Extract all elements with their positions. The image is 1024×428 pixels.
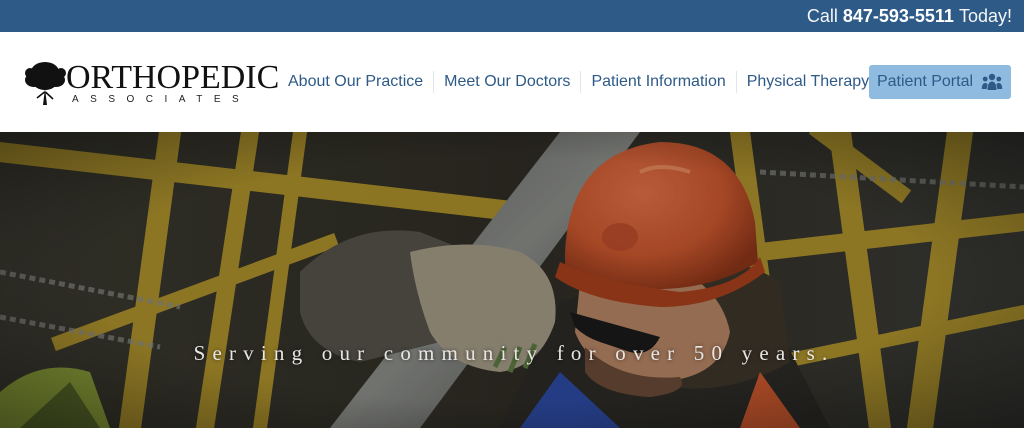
nav-physical-therapy[interactable]: Physical Therapy [735,71,879,93]
call-prefix: Call [806,5,838,26]
main-navigation: About Our Practice Meet Our Doctors Pati… [278,65,879,99]
site-header: ORTHOPEDIC ASSOCIATES About Our Practice… [0,32,1024,132]
patient-portal-button[interactable]: Patient Portal [869,65,1011,99]
hero-banner: Serving our community for over 50 years. [0,132,1024,428]
logo-subtitle: ASSOCIATES [72,94,251,105]
nav-meet-our-doctors[interactable]: Meet Our Doctors [433,71,580,93]
logo-wordmark: ORTHOPEDIC [66,59,280,96]
phone-number-link[interactable]: 847-593-5511 [843,6,954,27]
nav-patient-information[interactable]: Patient Information [580,71,735,93]
nav-about-our-practice[interactable]: About Our Practice [278,71,433,93]
people-icon [981,73,1003,90]
tree-icon [25,62,66,105]
top-contact-bar: Call 847-593-5511 Today! [0,0,1024,32]
call-suffix: Today! [958,5,1012,26]
hero-tagline: Serving our community for over 50 years. [193,341,835,365]
hero-image-construction-worker [0,132,1024,428]
patient-portal-label: Patient Portal [876,73,974,90]
site-logo[interactable]: ORTHOPEDIC ASSOCIATES [24,58,280,108]
